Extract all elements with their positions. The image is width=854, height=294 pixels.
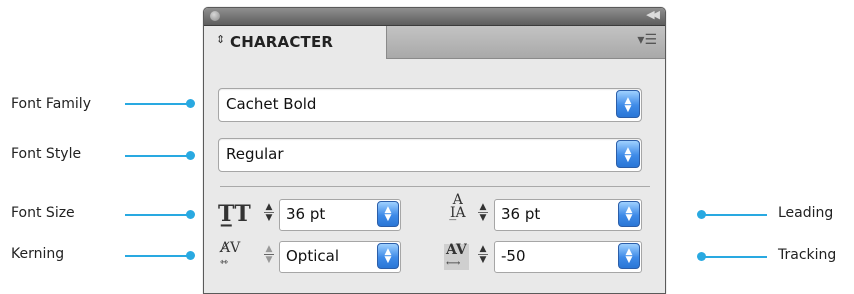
font-family-dropdown[interactable]: Cachet Bold ▲ ▼ <box>218 88 642 122</box>
callout-dot-kerning <box>186 251 195 260</box>
stepper-down-icon[interactable]: ▼ <box>476 256 490 265</box>
font-size-stepper[interactable]: ▲ ▼ <box>262 200 276 226</box>
callout-kerning: Kerning <box>11 246 65 262</box>
callout-dot-font-family <box>186 99 195 108</box>
leading-value: 36 pt <box>501 205 541 223</box>
font-style-arrow-button[interactable]: ▲ ▼ <box>616 140 640 168</box>
callout-dot-font-size <box>186 210 195 219</box>
leading-stepper[interactable]: ▲ ▼ <box>476 200 490 226</box>
panel-titlebar[interactable]: ◀◀ <box>204 8 665 26</box>
tab-character[interactable]: ⇕ CHARACTER <box>204 26 387 59</box>
font-family-value: Cachet Bold <box>226 95 317 113</box>
callout-line-font-style <box>125 155 191 157</box>
font-size-dropdown-button[interactable]: ▲ ▼ <box>377 201 399 227</box>
stepper-up-icon[interactable]: ▲ <box>476 203 490 212</box>
callout-tracking: Tracking <box>778 247 837 263</box>
callout-line-tracking <box>701 256 767 258</box>
chevron-down-icon: ▼ <box>384 255 392 265</box>
kerning-icon: A̸V ⇿ <box>220 240 241 268</box>
chevron-down-icon: ▼ <box>624 154 632 164</box>
font-style-value: Regular <box>226 145 284 163</box>
kerning-dropdown-button[interactable]: ▲ ▼ <box>377 243 399 269</box>
tab-label: CHARACTER <box>230 33 334 51</box>
callout-line-font-size <box>125 214 191 216</box>
font-size-value: 36 pt <box>286 205 326 223</box>
font-size-icon: T̲T <box>218 201 251 227</box>
panel-menu-icon[interactable]: ▾☰ <box>637 32 657 48</box>
font-family-arrow-button[interactable]: ▲ ▼ <box>616 90 640 118</box>
leading-icon: A I̲A <box>450 192 466 221</box>
collapse-icon[interactable]: ◀◀ <box>646 8 660 21</box>
callout-line-kerning <box>125 255 191 257</box>
callout-font-family: Font Family <box>11 96 91 112</box>
chevron-down-icon: ▼ <box>624 104 632 114</box>
chevron-down-icon: ▼ <box>625 255 633 265</box>
callout-line-font-family <box>125 103 191 105</box>
character-panel: ◀◀ ⇕ CHARACTER ▾☰ Cachet Bold ▲ ▼ Regula… <box>203 7 666 294</box>
kerning-field[interactable]: Optical ▲ ▼ <box>279 241 401 273</box>
stepper-down-icon[interactable]: ▼ <box>262 214 276 223</box>
callout-leading: Leading <box>778 205 834 221</box>
close-icon[interactable] <box>210 11 220 21</box>
panel-tabbar: ⇕ CHARACTER ▾☰ <box>204 26 665 59</box>
stepper-down-icon[interactable]: ▼ <box>476 214 490 223</box>
kerning-stepper[interactable]: ▲ ▼ <box>262 242 276 268</box>
leading-dropdown-button[interactable]: ▲ ▼ <box>618 201 640 227</box>
tracking-icon: AV ⟷ <box>444 242 469 270</box>
stepper-up-icon[interactable]: ▲ <box>262 245 276 254</box>
tracking-field[interactable]: -50 ▲ ▼ <box>494 241 642 273</box>
divider <box>220 186 650 187</box>
leading-field[interactable]: 36 pt ▲ ▼ <box>494 199 642 231</box>
font-size-field[interactable]: 36 pt ▲ ▼ <box>279 199 401 231</box>
kerning-value: Optical <box>286 247 339 265</box>
callout-font-size: Font Size <box>11 205 75 221</box>
stepper-down-icon[interactable]: ▼ <box>262 256 276 265</box>
callout-font-style: Font Style <box>11 146 82 162</box>
stepper-up-icon[interactable]: ▲ <box>476 245 490 254</box>
font-style-dropdown[interactable]: Regular ▲ ▼ <box>218 138 642 172</box>
up-down-arrows-icon: ⇕ <box>216 33 226 46</box>
chevron-down-icon: ▼ <box>384 213 392 223</box>
tracking-stepper[interactable]: ▲ ▼ <box>476 242 490 268</box>
callout-line-leading <box>701 214 767 216</box>
tracking-value: -50 <box>501 247 526 265</box>
stepper-up-icon[interactable]: ▲ <box>262 203 276 212</box>
chevron-down-icon: ▼ <box>625 213 633 223</box>
tracking-dropdown-button[interactable]: ▲ ▼ <box>618 243 640 269</box>
callout-dot-font-style <box>186 151 195 160</box>
